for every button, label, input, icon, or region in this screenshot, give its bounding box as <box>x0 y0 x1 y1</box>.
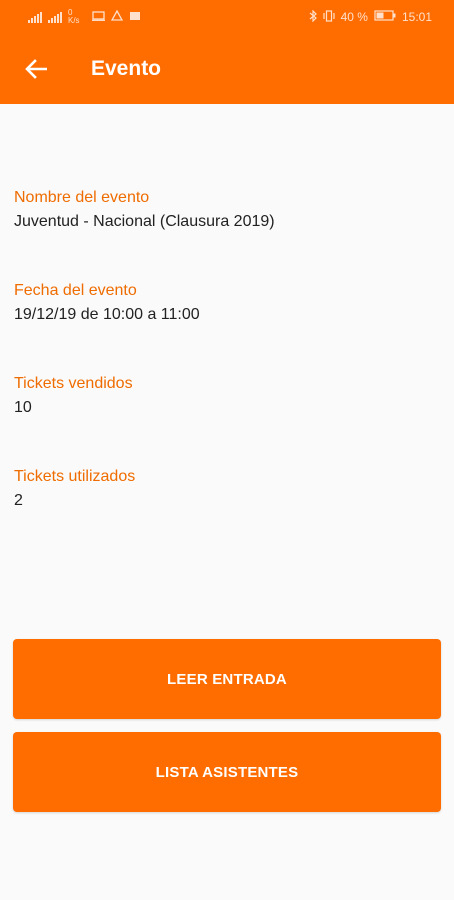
tickets-sold-field: Tickets vendidos 10 <box>14 374 133 419</box>
event-date-value: 19/12/19 de 10:00 a 11:00 <box>14 306 200 323</box>
event-date-field: Fecha del evento 19/12/19 de 10:00 a 11:… <box>14 281 200 326</box>
event-name-value: Juventud - Nacional (Clausura 2019) <box>14 213 275 230</box>
event-date-label: Fecha del evento <box>14 282 137 299</box>
clock: 15:01 <box>401 10 432 24</box>
tickets-sold-value: 10 <box>14 399 32 416</box>
event-name-field: Nombre del evento Juventud - Nacional (C… <box>14 188 275 233</box>
tickets-used-field: Tickets utilizados 2 <box>14 467 135 512</box>
event-name-label: Nombre del evento <box>14 189 150 206</box>
mail-icon <box>129 10 141 24</box>
warning-icon <box>110 9 124 24</box>
battery-percent: 40 % <box>340 10 368 24</box>
data-speed: 0 K/s <box>68 8 80 25</box>
app-bar: Evento <box>0 34 454 104</box>
read-ticket-button[interactable]: LEER ENTRADA <box>13 639 441 719</box>
status-left: 0 K/s <box>28 9 141 25</box>
tickets-sold-label: Tickets vendidos <box>14 375 133 392</box>
vibrate-icon <box>323 9 335 25</box>
bluetooth-icon <box>309 9 317 25</box>
tickets-used-label: Tickets utilizados <box>14 468 136 485</box>
screen-icon <box>92 10 105 24</box>
status-right: 40 % 15:01 <box>309 9 432 25</box>
attendee-list-button[interactable]: LISTA ASISTENTES <box>13 732 441 812</box>
tickets-used-value: 2 <box>14 492 23 509</box>
signal-icon <box>28 11 42 23</box>
signal-icon-2 <box>48 11 62 23</box>
arrow-left-icon[interactable] <box>24 57 48 81</box>
page-title: Evento <box>91 57 162 80</box>
status-bar: 0 K/s 40 % 15:01 <box>0 0 454 34</box>
battery-icon <box>374 10 396 24</box>
